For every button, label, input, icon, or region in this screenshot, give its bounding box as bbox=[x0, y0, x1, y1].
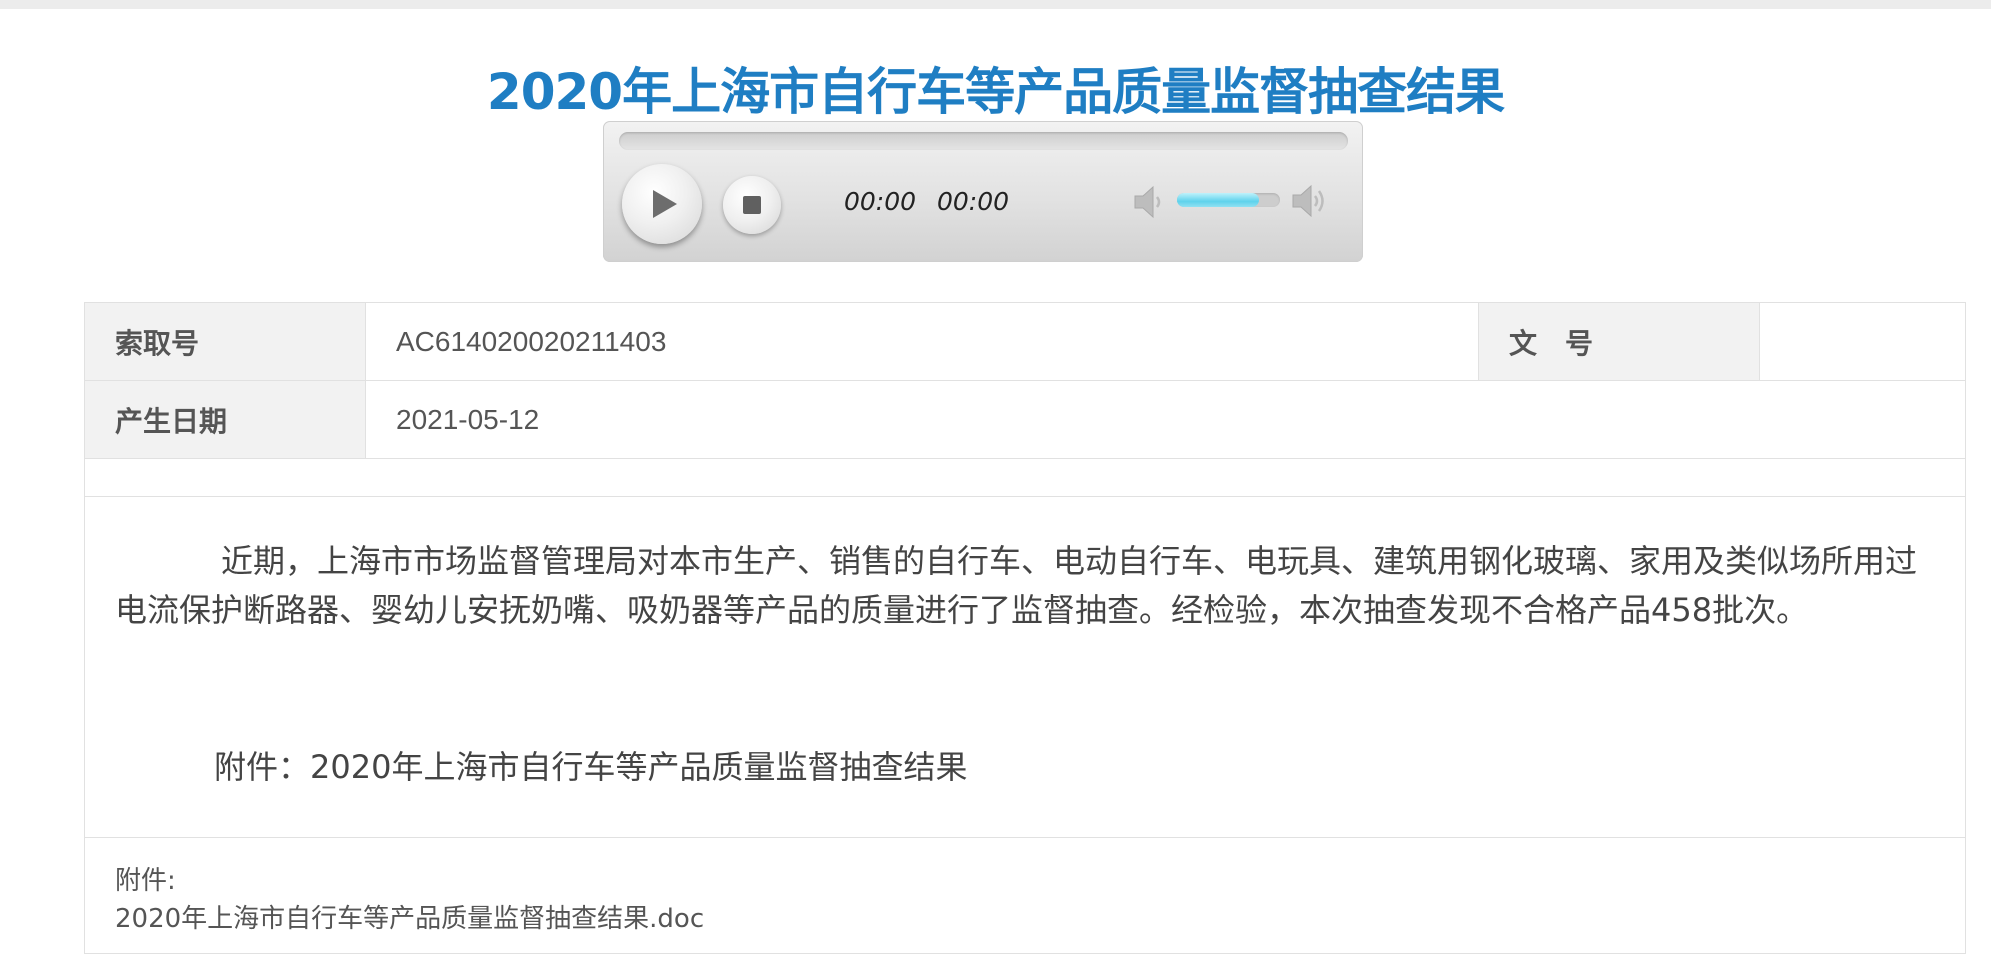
volume-high-icon[interactable] bbox=[1290, 182, 1332, 220]
attachments-label: 附件: bbox=[115, 866, 176, 896]
stop-icon bbox=[743, 196, 761, 214]
duration-time: 00:00 bbox=[937, 187, 1010, 216]
attachment-file-link[interactable]: 2020年上海市自行车等产品质量监督抽查结果.doc bbox=[115, 898, 704, 935]
date-label: 产生日期 bbox=[84, 380, 366, 459]
info-row-index: 索取号 AC614020020211403 文 号 bbox=[84, 302, 1966, 381]
attachments-box: 附件: 2020年上海市自行车等产品质量监督抽查结果.doc bbox=[84, 836, 1966, 954]
volume-level bbox=[1177, 193, 1260, 207]
info-row-date: 产生日期 2021-05-12 bbox=[84, 380, 1966, 459]
top-strip bbox=[0, 0, 1991, 9]
index-number-label: 索取号 bbox=[84, 302, 366, 381]
content-box: 近期，上海市市场监督管理局对本市生产、销售的自行车、电动自行车、电玩具、建筑用钢… bbox=[84, 496, 1966, 838]
seek-bar[interactable] bbox=[619, 132, 1348, 150]
spacer-cell bbox=[84, 458, 1966, 497]
info-table: 索取号 AC614020020211403 文 号 产生日期 2021-05-1… bbox=[84, 302, 1966, 497]
current-time: 00:00 bbox=[844, 187, 917, 216]
attachment-reference: 附件：2020年上海市自行车等产品质量监督抽查结果 bbox=[214, 748, 968, 786]
document-number-label: 文 号 bbox=[1478, 302, 1760, 381]
document-number-value bbox=[1759, 302, 1966, 381]
play-button[interactable] bbox=[622, 164, 702, 244]
volume-low-icon[interactable] bbox=[1132, 184, 1168, 220]
stop-button[interactable] bbox=[723, 176, 781, 234]
audio-player: 00:00 00:00 bbox=[603, 121, 1363, 262]
info-row-spacer bbox=[84, 458, 1966, 497]
body-paragraph: 近期，上海市市场监督管理局对本市生产、销售的自行车、电动自行车、电玩具、建筑用钢… bbox=[115, 542, 1918, 629]
page-title: 2020年上海市自行车等产品质量监督抽查结果 bbox=[486, 63, 1505, 121]
play-icon bbox=[653, 190, 677, 218]
index-number-value: AC614020020211403 bbox=[365, 302, 1479, 381]
date-value: 2021-05-12 bbox=[365, 380, 1966, 459]
volume-slider[interactable] bbox=[1177, 193, 1280, 207]
